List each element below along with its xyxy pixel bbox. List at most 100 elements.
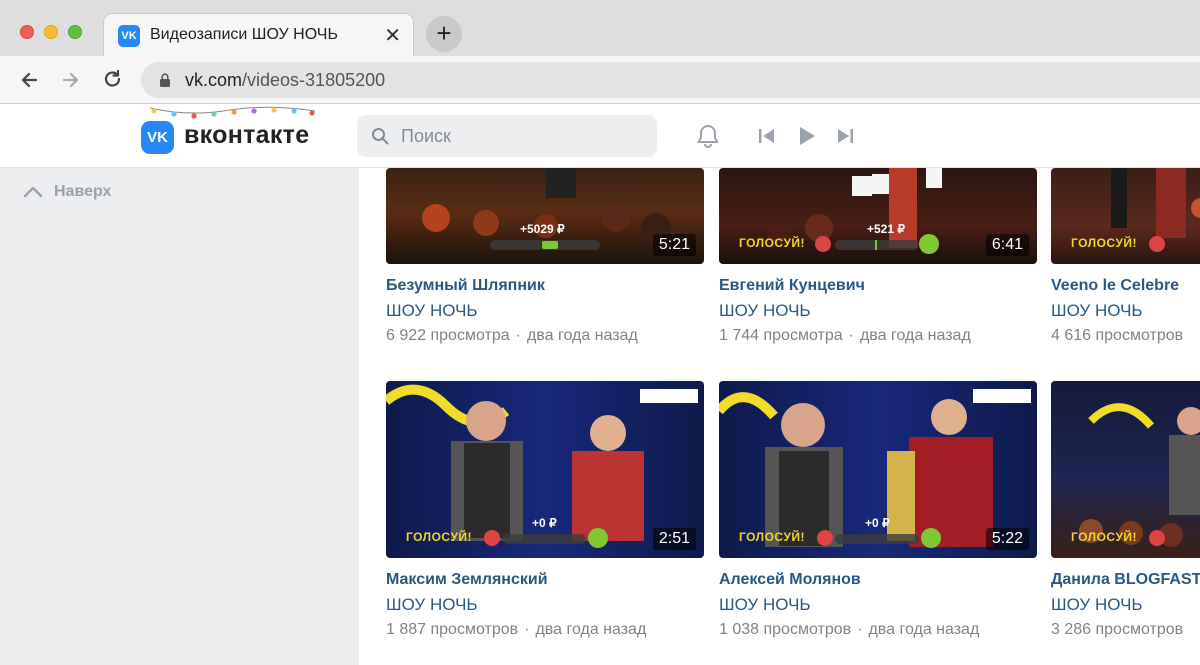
video-views: 1 887 просмотров — [386, 621, 519, 638]
left-sidebar: Наверх — [0, 168, 359, 665]
video-views: 3 286 просмотров — [1051, 621, 1184, 638]
search-icon — [372, 128, 389, 145]
video-card[interactable]: ГОЛОСУЙ! Данила BLOGFAST ШОУ НОЧЬ 3 286 … — [1051, 381, 1200, 639]
chevron-up-icon — [23, 186, 43, 198]
video-title[interactable]: Алексей Молянов — [719, 571, 1037, 589]
scroll-to-top-label: Наверх — [54, 183, 112, 200]
vote-overlay-label: ГОЛОСУЙ! — [1071, 530, 1138, 544]
vote-overlay-label: ГОЛОСУЙ! — [1071, 236, 1138, 250]
dislike-icon — [1149, 236, 1165, 252]
meta-separator: · — [848, 327, 854, 344]
video-meta: 3 286 просмотров — [1051, 621, 1200, 639]
browser-toolbar: vk.com/videos-31805200 — [0, 56, 1200, 104]
close-window-button[interactable] — [20, 25, 34, 39]
meta-separator: · — [857, 621, 863, 638]
like-icon — [919, 234, 939, 254]
search-input[interactable] — [401, 115, 641, 157]
reload-icon[interactable] — [99, 66, 127, 94]
video-meta: 1 744 просмотра · два года назад — [719, 327, 1037, 345]
meta-separator: · — [524, 621, 530, 638]
video-thumbnail[interactable]: ГОЛОСУЙ! — [1051, 381, 1200, 558]
video-owner-link[interactable]: ШОУ НОЧЬ — [719, 595, 1037, 615]
video-views: 1 744 просмотра — [719, 327, 843, 344]
zoom-window-button[interactable] — [68, 25, 82, 39]
video-thumbnail[interactable]: +5029 ₽ 5:21 — [386, 168, 704, 264]
video-card[interactable]: +5029 ₽ 5:21 Безумный Шляпник ШОУ НОЧЬ 6… — [386, 168, 704, 345]
dislike-icon — [815, 236, 831, 252]
video-meta: 4 616 просмотров — [1051, 327, 1200, 345]
next-track-icon[interactable] — [832, 123, 858, 149]
url-path: /videos-31805200 — [242, 70, 386, 90]
video-views: 4 616 просмотров — [1051, 327, 1184, 344]
video-grid: +5029 ₽ 5:21 Безумный Шляпник ШОУ НОЧЬ 6… — [360, 168, 1200, 665]
tab-close-button[interactable]: ✕ — [384, 23, 401, 48]
forward-arrow-icon[interactable] — [56, 66, 84, 94]
video-thumbnail[interactable]: ГОЛОСУЙ! +0 ₽ 2:51 — [386, 381, 704, 558]
dislike-icon — [817, 530, 833, 546]
url-text[interactable]: vk.com/videos-31805200 — [185, 70, 385, 91]
previous-track-icon[interactable] — [754, 123, 780, 149]
url-host: vk.com — [185, 70, 243, 90]
new-tab-button[interactable]: + — [426, 16, 462, 52]
video-title[interactable]: Максим Землянский — [386, 571, 704, 589]
dislike-icon — [1149, 530, 1165, 546]
video-card[interactable]: ГОЛОСУЙ! +0 ₽ 2:51 Максим Землянский ШОУ… — [386, 381, 704, 639]
play-icon[interactable] — [793, 123, 819, 149]
search-box[interactable] — [357, 115, 657, 157]
video-card[interactable]: ГОЛОСУЙ! +521 ₽ 6:41 Евгений Кунцевич ШО… — [719, 168, 1037, 345]
video-duration: 2:51 — [652, 528, 696, 550]
meta-separator: · — [515, 327, 521, 344]
address-bar[interactable]: vk.com/videos-31805200 — [141, 62, 1200, 98]
video-owner-link[interactable]: ШОУ НОЧЬ — [719, 301, 1037, 321]
scroll-to-top-button[interactable]: Наверх — [22, 180, 111, 204]
video-thumbnail[interactable]: ГОЛОСУЙ! +0 ₽ 5:22 — [719, 381, 1037, 558]
overlay-amount: +521 ₽ — [867, 222, 905, 236]
vk-logo-icon[interactable]: VK — [141, 121, 174, 154]
video-card[interactable]: ГОЛОСУЙ! +0 ₽ 5:22 Алексей Молянов ШОУ Н… — [719, 381, 1037, 639]
video-meta: 6 922 просмотра · два года назад — [386, 327, 704, 345]
video-date: два года назад — [859, 327, 971, 344]
browser-tab-bar: VK Видеозаписи ШОУ НОЧЬ ✕ + — [0, 0, 1200, 56]
video-card[interactable]: ГОЛОСУЙ! Veeno le Celebre ШОУ НОЧЬ 4 616… — [1051, 168, 1200, 345]
vk-wordmark[interactable]: вконтакте — [184, 121, 309, 150]
like-icon — [588, 528, 608, 548]
video-title[interactable]: Данила BLOGFAST — [1051, 571, 1200, 589]
video-date: два года назад — [526, 327, 638, 344]
vk-favicon-icon: VK — [118, 25, 140, 47]
video-owner-link[interactable]: ШОУ НОЧЬ — [1051, 595, 1200, 615]
tab-title: Видеозаписи ШОУ НОЧЬ — [150, 26, 338, 43]
overlay-amount: +0 ₽ — [865, 516, 890, 530]
browser-tab[interactable]: VK Видеозаписи ШОУ НОЧЬ ✕ — [103, 13, 414, 56]
vote-bar — [490, 240, 600, 250]
video-owner-link[interactable]: ШОУ НОЧЬ — [386, 595, 704, 615]
video-duration: 5:21 — [652, 234, 696, 256]
video-thumbnail[interactable]: ГОЛОСУЙ! +521 ₽ 6:41 — [719, 168, 1037, 264]
vote-bar — [835, 534, 919, 544]
video-title[interactable]: Безумный Шляпник — [386, 277, 704, 295]
video-meta: 1 887 просмотров · два года назад — [386, 621, 704, 639]
video-owner-link[interactable]: ШОУ НОЧЬ — [386, 301, 704, 321]
garland-decoration — [149, 106, 316, 119]
video-duration: 6:41 — [985, 234, 1029, 256]
video-title[interactable]: Veeno le Celebre — [1051, 277, 1200, 295]
vk-header: VK вконтакте — [0, 105, 1200, 168]
video-duration: 5:22 — [985, 528, 1029, 550]
video-thumbnail[interactable]: ГОЛОСУЙ! — [1051, 168, 1200, 264]
lock-icon — [160, 73, 170, 87]
video-title[interactable]: Евгений Кунцевич — [719, 277, 1037, 295]
video-views: 6 922 просмотра — [386, 327, 510, 344]
overlay-amount: +5029 ₽ — [520, 222, 565, 236]
vote-bar — [835, 240, 919, 250]
video-views: 1 038 просмотров — [719, 621, 852, 638]
bell-icon[interactable] — [695, 123, 721, 149]
video-date: два года назад — [868, 621, 980, 638]
vote-bar — [502, 534, 586, 544]
back-arrow-icon[interactable] — [16, 66, 44, 94]
dislike-icon — [484, 530, 500, 546]
vote-overlay-label: ГОЛОСУЙ! — [739, 530, 806, 544]
minimize-window-button[interactable] — [44, 25, 58, 39]
video-owner-link[interactable]: ШОУ НОЧЬ — [1051, 301, 1200, 321]
overlay-amount: +0 ₽ — [532, 516, 557, 530]
video-date: два года назад — [535, 621, 647, 638]
vote-overlay-label: ГОЛОСУЙ! — [406, 530, 473, 544]
